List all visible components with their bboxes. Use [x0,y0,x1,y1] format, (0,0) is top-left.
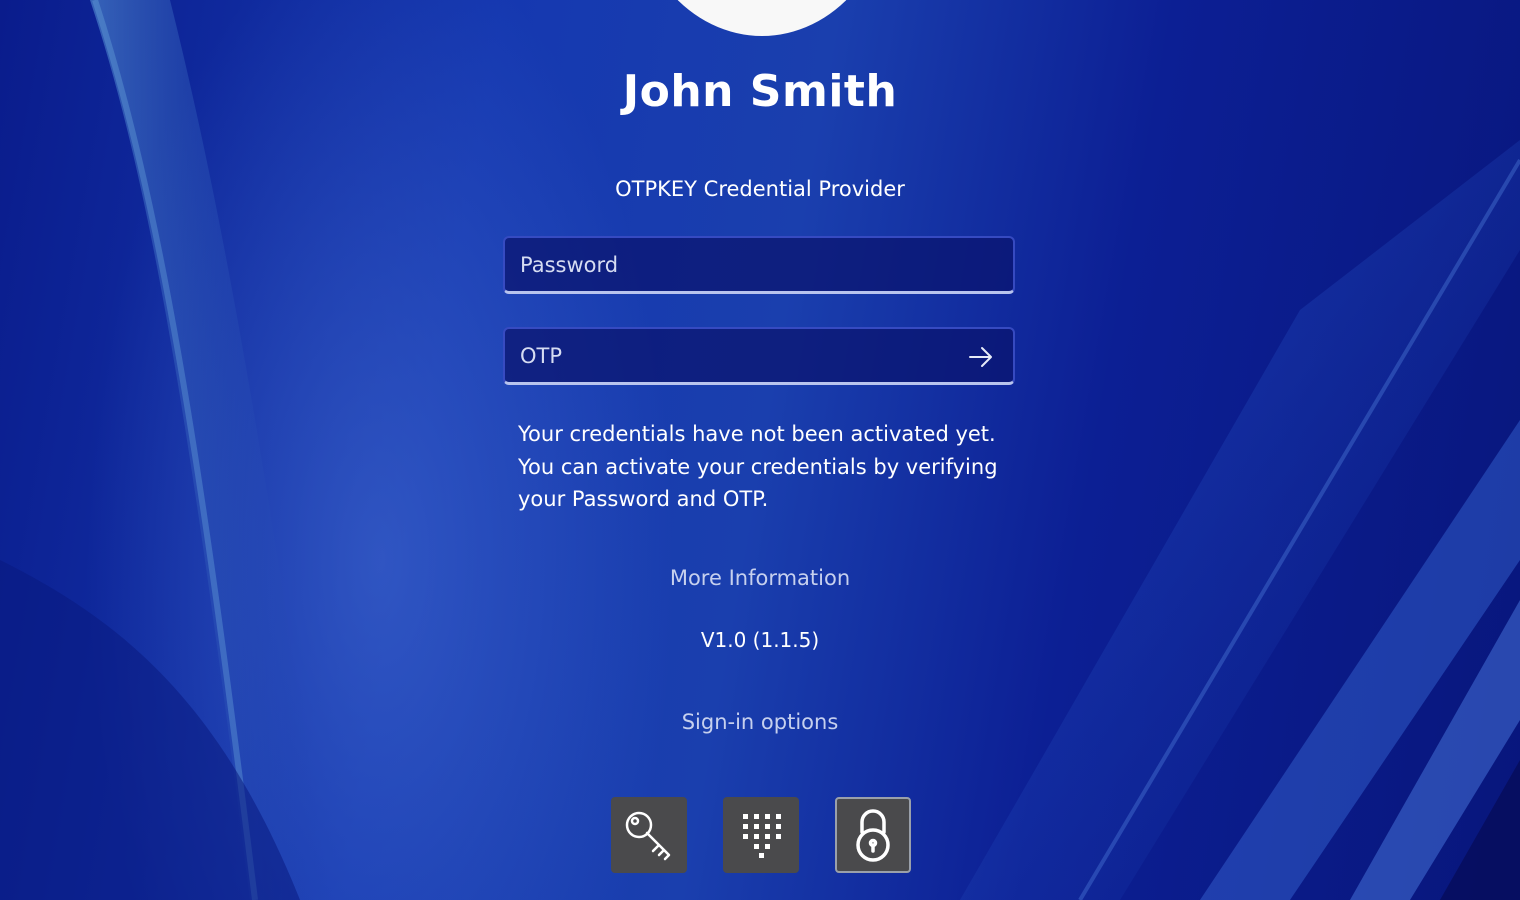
credential-provider-title: OTPKEY Credential Provider [615,177,905,201]
otp-field[interactable] [503,327,1015,385]
notice-line: You can activate your credentials by ver… [518,454,998,479]
sign-in-options-link[interactable]: Sign-in options [0,710,1520,734]
sign-in-screen: John Smith OTPKEY Credential Provider Yo… [0,0,1520,900]
otp-input[interactable] [505,329,1013,382]
notice-line: Your credentials have not been activated… [518,422,996,446]
pin-keypad-icon [743,814,781,858]
password-field[interactable] [503,236,1015,294]
otp-sign-in-option-button[interactable] [835,797,911,873]
version-label: V1.0 (1.1.5) [700,628,820,652]
avatar [630,0,894,36]
notice-line: your Password and OTP. [518,487,769,511]
activation-notice: Your credentials have not been activated… [518,418,1018,516]
more-information-link[interactable]: More Information [0,566,1520,590]
key-icon [625,811,671,861]
password-input[interactable] [505,238,1013,291]
key-sign-in-option-button[interactable] [611,797,687,873]
arrow-right-icon[interactable] [967,343,995,371]
lock-icon [856,809,890,862]
user-name: John Smith [622,66,898,117]
pin-sign-in-option-button[interactable] [723,797,799,873]
